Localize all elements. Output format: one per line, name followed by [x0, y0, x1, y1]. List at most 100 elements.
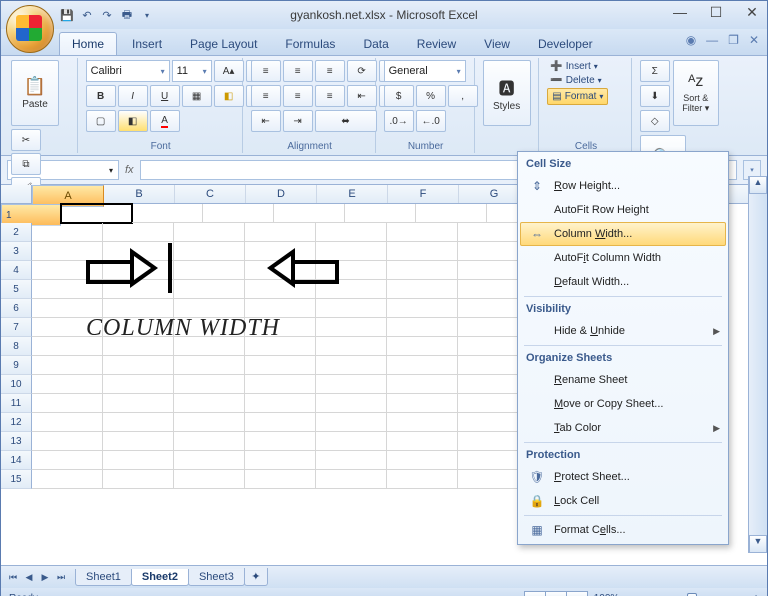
cell-E14[interactable]	[316, 451, 387, 470]
cell-A5[interactable]	[32, 280, 103, 299]
cell-E3[interactable]	[316, 242, 387, 261]
cell-A9[interactable]	[32, 356, 103, 375]
cell-E8[interactable]	[316, 337, 387, 356]
cell-C5[interactable]	[174, 280, 245, 299]
help-icon[interactable]: ◉	[686, 33, 696, 47]
menu-default-width[interactable]: Default Width...	[520, 270, 726, 294]
ribbon-restore-icon[interactable]: ❐	[728, 33, 739, 47]
cell-C2[interactable]	[174, 223, 245, 242]
number-format-select[interactable]: General▾	[384, 60, 466, 82]
menu-lock-cell[interactable]: 🔒Lock Cell	[520, 489, 726, 513]
cell-D3[interactable]	[245, 242, 316, 261]
cell-B4[interactable]	[103, 261, 174, 280]
cell-E5[interactable]	[316, 280, 387, 299]
sort-filter-button[interactable]: ᴬz Sort & Filter ▾	[673, 60, 719, 126]
menu-hide-unhide[interactable]: Hide & Unhide▶	[520, 319, 726, 343]
menu-tab-color[interactable]: Tab Color▶	[520, 416, 726, 440]
sheet-tab-sheet3[interactable]: Sheet3	[188, 569, 245, 586]
merge-center-button[interactable]: ⬌	[315, 110, 377, 132]
cell-D10[interactable]	[245, 375, 316, 394]
cell-A11[interactable]	[32, 394, 103, 413]
column-header-B[interactable]: B	[104, 185, 175, 203]
insert-cells-button[interactable]: ➕Insert ▾	[547, 60, 608, 73]
office-button[interactable]	[6, 5, 54, 53]
row-header-9[interactable]: 9	[1, 356, 32, 375]
cell-B6[interactable]	[103, 299, 174, 318]
cell-F12[interactable]	[387, 413, 458, 432]
cell-F14[interactable]	[387, 451, 458, 470]
cell-C3[interactable]	[174, 242, 245, 261]
ribbon-min-icon[interactable]: —	[706, 33, 718, 47]
column-header-D[interactable]: D	[246, 185, 317, 203]
align-left-button[interactable]: ≡	[251, 85, 281, 107]
menu-column-width[interactable]: ⇔Column Width...	[520, 222, 726, 246]
cell-C6[interactable]	[174, 299, 245, 318]
cell-C4[interactable]	[174, 261, 245, 280]
cell-D15[interactable]	[245, 470, 316, 489]
cell-D11[interactable]	[245, 394, 316, 413]
font-name-select[interactable]: Calibri▾	[86, 60, 170, 82]
cell-F2[interactable]	[387, 223, 458, 242]
cell-E15[interactable]	[316, 470, 387, 489]
cell-E10[interactable]	[316, 375, 387, 394]
cell-E12[interactable]	[316, 413, 387, 432]
indent-l-button[interactable]: ⇤	[251, 110, 281, 132]
menu-move-copy[interactable]: Move or Copy Sheet...	[520, 392, 726, 416]
row-header-6[interactable]: 6	[1, 299, 32, 318]
cell-A6[interactable]	[32, 299, 103, 318]
qat-more-icon[interactable]: ▾	[139, 7, 155, 23]
cell-E1[interactable]	[345, 204, 416, 223]
cell-C1[interactable]	[203, 204, 274, 223]
row-header-8[interactable]: 8	[1, 337, 32, 356]
close-button[interactable]: ✕	[743, 3, 761, 21]
paste-button[interactable]: 📋 Paste	[11, 60, 59, 126]
cell-E9[interactable]	[316, 356, 387, 375]
cell-B2[interactable]	[103, 223, 174, 242]
undo-icon[interactable]: ↶	[79, 7, 95, 23]
bold-button[interactable]: B	[86, 85, 116, 107]
border-button[interactable]: ▦	[182, 85, 212, 107]
clear-button[interactable]: ◇	[640, 110, 670, 132]
cell-F6[interactable]	[387, 299, 458, 318]
align-center-button[interactable]: ≡	[283, 85, 313, 107]
fill-2-button[interactable]: ◧	[118, 110, 148, 132]
italic-button[interactable]: I	[118, 85, 148, 107]
cell-F15[interactable]	[387, 470, 458, 489]
menu-autofit-row[interactable]: AutoFit Row Height	[520, 198, 726, 222]
cell-D9[interactable]	[245, 356, 316, 375]
cell-C8[interactable]	[174, 337, 245, 356]
cell-A4[interactable]	[32, 261, 103, 280]
cell-C7[interactable]	[174, 318, 245, 337]
cell-A1[interactable]	[61, 204, 132, 223]
scroll-down-button[interactable]: ▼	[749, 535, 767, 553]
cell-C9[interactable]	[174, 356, 245, 375]
cell-F8[interactable]	[387, 337, 458, 356]
column-header-C[interactable]: C	[175, 185, 246, 203]
cell-A15[interactable]	[32, 470, 103, 489]
maximize-button[interactable]: ☐	[707, 3, 725, 21]
cell-B9[interactable]	[103, 356, 174, 375]
decrease-indent-button[interactable]: ⇤	[347, 85, 377, 107]
cell-B13[interactable]	[103, 432, 174, 451]
menu-autofit-col[interactable]: AutoFit Column Width	[520, 246, 726, 270]
cell-F13[interactable]	[387, 432, 458, 451]
row-header-4[interactable]: 4	[1, 261, 32, 280]
fill-button[interactable]: ⬇	[640, 85, 670, 107]
copy-button[interactable]: ⧉	[11, 153, 41, 175]
view-buttons[interactable]	[524, 591, 588, 596]
cell-F1[interactable]	[416, 204, 487, 223]
cell-E4[interactable]	[316, 261, 387, 280]
menu-rename-sheet[interactable]: Rename Sheet	[520, 368, 726, 392]
align-right-button[interactable]: ≡	[315, 85, 345, 107]
cell-E13[interactable]	[316, 432, 387, 451]
cell-A2[interactable]	[32, 223, 103, 242]
cell-C15[interactable]	[174, 470, 245, 489]
autosum-button[interactable]: Σ	[640, 60, 670, 82]
tab-review[interactable]: Review	[404, 32, 469, 55]
row-header-2[interactable]: 2	[1, 223, 32, 242]
underline-button[interactable]: U	[150, 85, 180, 107]
align-middle-button[interactable]: ≡	[283, 60, 313, 82]
cell-E6[interactable]	[316, 299, 387, 318]
cell-D14[interactable]	[245, 451, 316, 470]
print-icon[interactable]: 🖶	[119, 7, 135, 23]
